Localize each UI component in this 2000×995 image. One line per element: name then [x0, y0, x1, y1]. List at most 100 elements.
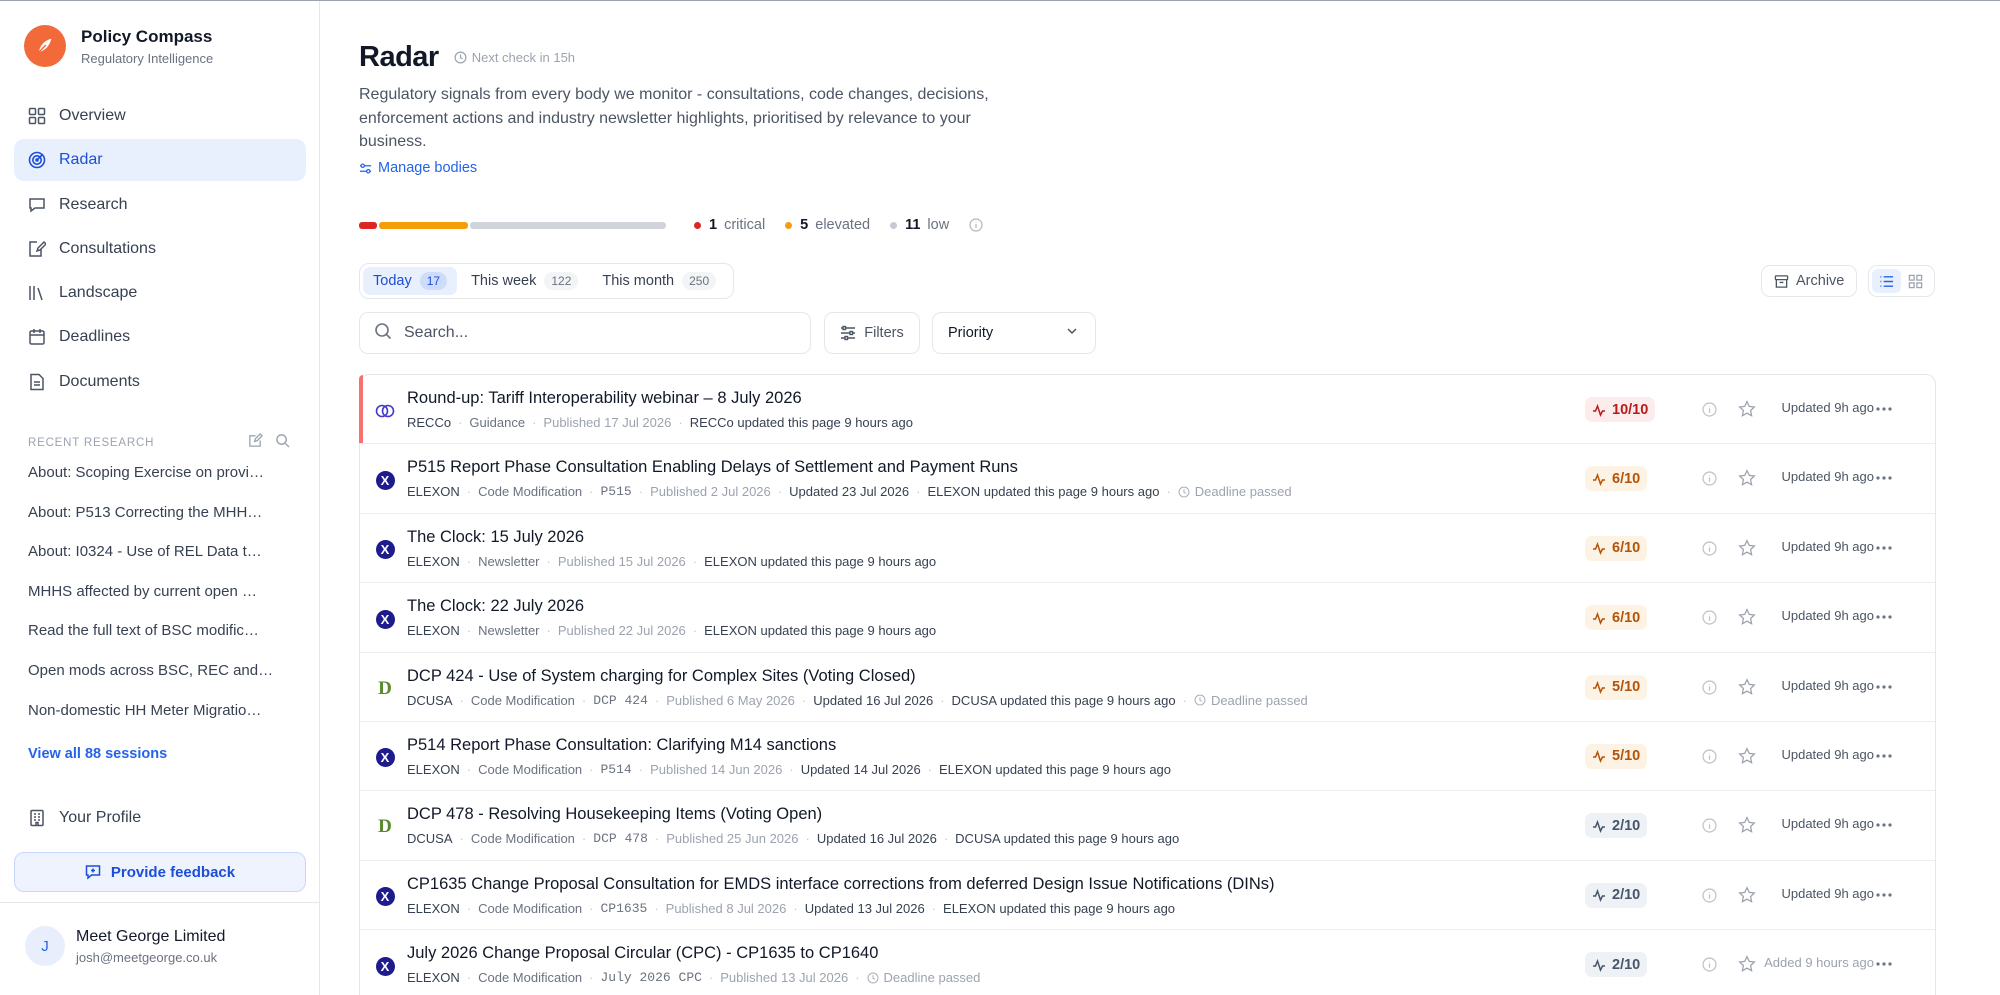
- star-icon[interactable]: [1738, 816, 1756, 834]
- signal-title[interactable]: The Clock: 15 July 2026: [407, 528, 584, 547]
- more-options-icon[interactable]: [1872, 677, 1896, 697]
- nav-item-landscape[interactable]: Landscape: [14, 272, 306, 314]
- signal-update-note: ELEXON updated this page 9 hours ago: [939, 761, 1172, 777]
- nav-label: Research: [59, 195, 128, 213]
- provide-feedback-button[interactable]: Provide feedback: [14, 852, 306, 892]
- score-info-icon[interactable]: [1702, 402, 1717, 417]
- brand[interactable]: Policy Compass Regulatory Intelligence: [24, 25, 213, 67]
- more-options-icon[interactable]: [1872, 746, 1896, 766]
- your-profile-link[interactable]: Your Profile: [28, 809, 141, 827]
- tab-this-month[interactable]: This month 250: [592, 267, 726, 295]
- more-options-icon[interactable]: [1872, 399, 1896, 419]
- more-options-icon[interactable]: [1872, 468, 1896, 488]
- signal-row[interactable]: X P514 Report Phase Consultation: Clarify…: [360, 722, 1935, 792]
- signal-title[interactable]: P514 Report Phase Consultation: Clarifyi…: [407, 736, 836, 755]
- elexon-logo-icon: X: [375, 540, 395, 560]
- pulse-icon: [1592, 403, 1606, 417]
- signal-row[interactable]: X P515 Report Phase Consultation Enabling…: [360, 444, 1935, 514]
- elexon-logo-icon: X: [375, 609, 395, 629]
- signal-title[interactable]: P515 Report Phase Consultation Enabling …: [407, 458, 1018, 477]
- view-all-sessions-link[interactable]: View all 88 sessions: [28, 746, 167, 762]
- signal-title[interactable]: July 2026 Change Proposal Circular (CPC)…: [407, 944, 878, 963]
- signal-title[interactable]: DCP 424 - Use of System charging for Com…: [407, 667, 916, 686]
- signal-title[interactable]: Round-up: Tariff Interoperability webina…: [407, 389, 802, 408]
- signal-title[interactable]: CP1635 Change Proposal Consultation for …: [407, 875, 1275, 894]
- recent-research-item[interactable]: About: Scoping Exercise on provi…: [28, 464, 290, 504]
- signal-row[interactable]: Round-up: Tariff Interoperability webina…: [359, 375, 1935, 445]
- signal-status: Added 9 hours ago: [1764, 955, 1874, 971]
- archive-button[interactable]: Archive: [1761, 265, 1858, 297]
- score-info-icon[interactable]: [1702, 957, 1717, 972]
- signal-row[interactable]: D DCP 424 - Use of System charging for Co…: [360, 653, 1935, 722]
- recent-research-item[interactable]: Non-domestic HH Meter Migratio…: [28, 702, 290, 742]
- signal-code: DCP 424: [593, 692, 648, 708]
- signal-row[interactable]: X The Clock: 15 July 2026 ELEXON · Newslette…: [360, 514, 1935, 584]
- tab-today[interactable]: Today 17: [363, 267, 458, 295]
- nav-item-research[interactable]: Research: [14, 184, 306, 226]
- nav-item-radar[interactable]: Radar: [14, 139, 306, 182]
- score-info-icon[interactable]: [1702, 610, 1717, 625]
- elexon-logo-icon: X: [375, 956, 395, 976]
- tab-this-week[interactable]: This week 122: [461, 267, 588, 295]
- signal-row[interactable]: D DCP 478 - Resolving Housekeeping Items …: [360, 791, 1935, 861]
- star-icon[interactable]: [1738, 885, 1756, 904]
- signal-row[interactable]: X The Clock: 22 July 2026 ELEXON · Newslette…: [360, 583, 1935, 653]
- signal-meta: RECCo · Guidance · Published 17 Jul 2026 · REC…: [407, 415, 914, 430]
- account-menu[interactable]: J Meet George Limited josh@meetgeorge.co…: [25, 926, 225, 966]
- star-icon[interactable]: [1738, 747, 1756, 765]
- star-icon[interactable]: [1738, 400, 1756, 418]
- new-session-icon[interactable]: [248, 433, 263, 453]
- info-icon[interactable]: [969, 218, 983, 232]
- search-input[interactable]: [404, 324, 784, 342]
- star-icon[interactable]: [1738, 608, 1756, 626]
- list-view-button[interactable]: [1872, 269, 1901, 293]
- nav-label: Overview: [59, 107, 126, 124]
- score-info-icon[interactable]: [1702, 749, 1717, 764]
- nav-item-consultations[interactable]: Consultations: [14, 228, 306, 270]
- more-options-icon[interactable]: [1872, 815, 1896, 835]
- recent-research-item[interactable]: About: P513 Correcting the MHH…: [28, 504, 290, 544]
- recent-research-item[interactable]: MHHS affected by current open …: [28, 583, 290, 623]
- star-icon[interactable]: [1738, 538, 1756, 557]
- recent-research-item[interactable]: Open mods across BSC, REC and…: [28, 662, 290, 702]
- recent-research-item[interactable]: Read the full text of BSC modific…: [28, 622, 290, 662]
- search-sessions-icon[interactable]: [275, 433, 290, 453]
- signal-row[interactable]: X CP1635 Change Proposal Consultation for…: [360, 861, 1935, 931]
- nav-item-deadlines[interactable]: Deadlines: [14, 316, 306, 358]
- score-info-icon[interactable]: [1702, 888, 1717, 903]
- more-options-icon[interactable]: [1872, 885, 1896, 905]
- library-icon: [28, 284, 46, 302]
- more-options-icon[interactable]: [1872, 954, 1896, 974]
- star-icon[interactable]: [1738, 677, 1756, 696]
- nav-item-overview[interactable]: Overview: [14, 95, 306, 137]
- grid-view-button[interactable]: [1901, 269, 1930, 293]
- signal-row[interactable]: X July 2026 Change Proposal Circular (CPC…: [360, 930, 1935, 995]
- star-icon[interactable]: [1738, 469, 1756, 487]
- recent-research-item[interactable]: About: I0324 - Use of REL Data t…: [28, 543, 290, 583]
- elevated-count: 5 elevated: [785, 217, 870, 233]
- signal-body: ELEXON: [407, 553, 460, 569]
- manage-bodies-link[interactable]: Manage bodies: [359, 160, 477, 176]
- filters-button[interactable]: Filters: [824, 312, 920, 354]
- score-info-icon[interactable]: [1702, 541, 1717, 556]
- nav-item-documents[interactable]: Documents: [14, 361, 306, 403]
- relevance-score-badge: 2/10: [1585, 813, 1648, 839]
- signal-body: ELEXON: [407, 761, 460, 777]
- signal-title[interactable]: DCP 478 - Resolving Housekeeping Items (…: [407, 805, 822, 824]
- star-icon[interactable]: [1738, 955, 1756, 973]
- more-options-icon[interactable]: [1872, 538, 1896, 558]
- time-range-tabs: Today 17 This week 122 This month 250: [359, 263, 735, 299]
- sidebar: Policy Compass Regulatory Intelligence O…: [0, 1, 320, 995]
- your-profile-label: Your Profile: [59, 809, 142, 826]
- more-options-icon[interactable]: [1872, 607, 1896, 627]
- priority-sort-select[interactable]: Priority: [932, 312, 1096, 354]
- recent-research-list: About: Scoping Exercise on provi… About:…: [28, 464, 290, 741]
- score-info-icon[interactable]: [1702, 679, 1717, 695]
- next-check-text: Next check in 15h: [471, 50, 576, 65]
- signal-title[interactable]: The Clock: 22 July 2026: [407, 597, 584, 616]
- signal-list: Round-up: Tariff Interoperability webina…: [359, 374, 1936, 995]
- score-info-icon[interactable]: [1702, 818, 1717, 833]
- recco-logo-icon: [375, 401, 395, 421]
- signal-type: Newsletter: [478, 623, 540, 639]
- score-info-icon[interactable]: [1702, 471, 1717, 486]
